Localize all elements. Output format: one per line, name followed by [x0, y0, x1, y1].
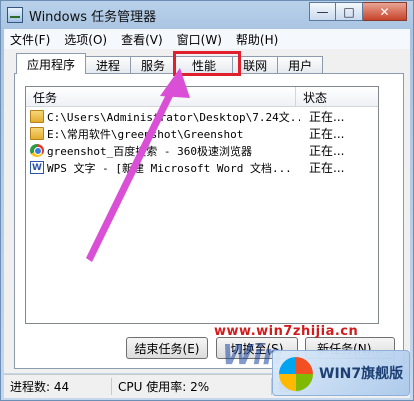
- menu-view[interactable]: 查看(V): [121, 31, 163, 48]
- list-item[interactable]: greenshot_百度搜索 - 360极速浏览器 正在...: [26, 142, 378, 159]
- task-name: E:\常用软件\greenshot\Greenshot: [47, 127, 244, 141]
- maximize-button[interactable]: □: [336, 2, 363, 21]
- minimize-button[interactable]: —: [309, 2, 336, 21]
- highlight-box: [173, 51, 241, 76]
- list-header: 任务 状态: [26, 87, 378, 107]
- watermark-logo-text: WIN7旗舰版: [319, 366, 404, 382]
- end-task-button[interactable]: 结束任务(E): [126, 337, 208, 359]
- close-button[interactable]: ✕: [363, 2, 407, 21]
- folder-icon: [30, 127, 44, 140]
- task-manager-app-icon: [7, 7, 23, 23]
- watermark-url: www.win7zhijia.cn: [214, 324, 359, 339]
- column-status[interactable]: 状态: [296, 87, 378, 107]
- menu-file[interactable]: 文件(F): [10, 31, 50, 48]
- menu-options[interactable]: 选项(O): [64, 31, 107, 48]
- task-name: greenshot_百度搜索 - 360极速浏览器: [47, 144, 252, 158]
- window-title: Windows 任务管理器: [29, 10, 157, 25]
- watermark-logo: WIN7旗舰版: [272, 350, 410, 396]
- tab-applications[interactable]: 应用程序: [16, 53, 87, 74]
- task-status: 正在...: [309, 127, 345, 141]
- task-status: 正在...: [309, 161, 345, 175]
- menu-bar: 文件(F) 选项(O) 查看(V) 窗口(W) 帮助(H): [4, 29, 410, 49]
- task-list[interactable]: 任务 状态 C:\Users\Administrator\Desktop\7.2…: [25, 86, 379, 324]
- tab-services[interactable]: 服务: [130, 56, 177, 74]
- list-rows: C:\Users\Administrator\Desktop\7.24文... …: [26, 108, 378, 176]
- browser-icon: [30, 144, 44, 157]
- menu-help[interactable]: 帮助(H): [236, 31, 278, 48]
- process-count: 进程数: 44: [4, 378, 112, 395]
- task-status: 正在...: [309, 110, 345, 124]
- windows-flag-icon: [279, 357, 313, 391]
- list-item[interactable]: W WPS 文字 - [新建 Microsoft Word 文档... 正在..…: [26, 159, 378, 176]
- wps-icon: W: [30, 161, 44, 174]
- task-status: 正在...: [309, 144, 345, 158]
- list-item[interactable]: C:\Users\Administrator\Desktop\7.24文... …: [26, 108, 378, 125]
- menu-windows[interactable]: 窗口(W): [177, 31, 222, 48]
- task-name: C:\Users\Administrator\Desktop\7.24文...: [47, 110, 300, 124]
- tab-users[interactable]: 用户: [277, 56, 324, 74]
- list-item[interactable]: E:\常用软件\greenshot\Greenshot 正在...: [26, 125, 378, 142]
- cpu-usage: CPU 使用率: 2%: [112, 378, 272, 395]
- tab-processes[interactable]: 进程: [85, 56, 132, 74]
- tab-strip: 应用程序 进程 服务 性能 联网 用户: [16, 53, 324, 74]
- task-name: WPS 文字 - [新建 Microsoft Word 文档...: [47, 161, 292, 175]
- folder-icon: [30, 110, 44, 123]
- column-task[interactable]: 任务: [26, 87, 296, 107]
- window-controls: — □ ✕: [309, 2, 407, 22]
- title-bar[interactable]: Windows 任务管理器 — □ ✕: [1, 1, 413, 29]
